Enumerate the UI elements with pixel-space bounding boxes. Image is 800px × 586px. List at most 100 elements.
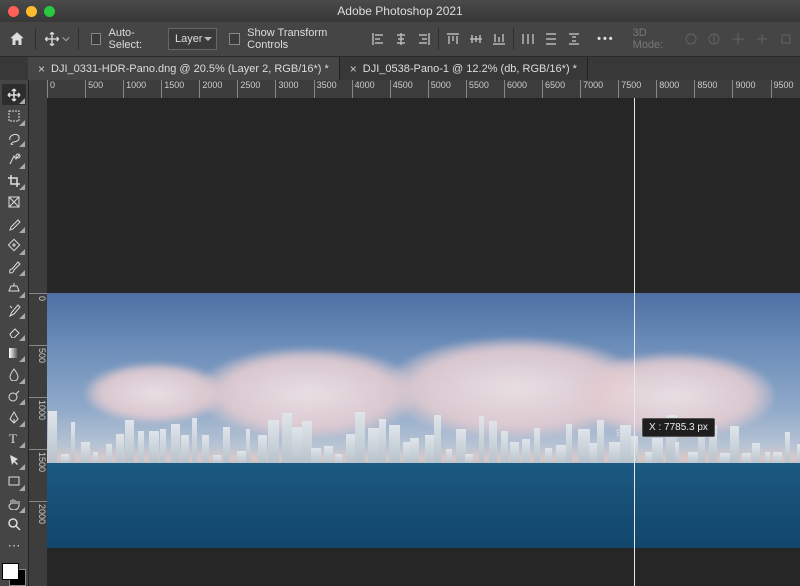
minimize-window-button[interactable]: [26, 6, 37, 17]
3d-pan-icon: [730, 30, 746, 48]
document-tab[interactable]: × DJI_0538-Pano-1 @ 12.2% (db, RGB/16*) …: [340, 57, 588, 81]
auto-select-target-value: Layer: [175, 33, 203, 45]
align-right-icon[interactable]: [415, 30, 433, 48]
h-ruler-tick: 5500: [466, 80, 489, 98]
guide-position-value: X : 7785.3 px: [649, 422, 708, 433]
close-tab-icon[interactable]: ×: [350, 62, 357, 76]
zoom-tool[interactable]: [2, 514, 26, 535]
align-vcenter-icon[interactable]: [467, 30, 485, 48]
chevron-down-icon: [62, 35, 70, 43]
h-ruler-tick: 5000: [428, 80, 451, 98]
tab-label: DJI_0538-Pano-1 @ 12.2% (db, RGB/16*) *: [363, 63, 577, 75]
workspace: T ⋯ 050010001500200025003000350040004500…: [0, 80, 800, 586]
move-tool-indicator[interactable]: [44, 31, 70, 47]
h-ruler-tick: 1000: [123, 80, 146, 98]
align-bottom-icon[interactable]: [490, 30, 508, 48]
align-top-icon[interactable]: [444, 30, 462, 48]
h-ruler-tick: 4000: [352, 80, 375, 98]
align-buttons-group: [369, 28, 583, 50]
h-ruler-tick: 2500: [237, 80, 260, 98]
home-button[interactable]: [6, 27, 27, 51]
h-ruler-tick: 500: [85, 80, 103, 98]
spot-healing-tool[interactable]: [2, 234, 26, 255]
h-ruler-tick: 1500: [161, 80, 184, 98]
3d-orbit-icon: [683, 30, 699, 48]
3d-roll-icon: [707, 30, 723, 48]
svg-text:T: T: [9, 431, 17, 445]
separator: [438, 28, 439, 50]
close-tab-icon[interactable]: ×: [38, 62, 45, 76]
align-left-icon[interactable]: [369, 30, 387, 48]
tool-panel: T ⋯: [0, 80, 29, 586]
h-ruler-tick: 9500: [771, 80, 794, 98]
separator: [35, 28, 36, 50]
tab-label: DJI_0331-HDR-Pano.dng @ 20.5% (Layer 2, …: [51, 63, 329, 75]
h-ruler-tick: 4500: [390, 80, 413, 98]
eraser-tool[interactable]: [2, 320, 26, 341]
auto-select-target-dropdown[interactable]: Layer: [168, 28, 218, 50]
separator: [78, 28, 79, 50]
horizontal-ruler[interactable]: 0500100015002000250030003500400045005000…: [47, 80, 800, 99]
v-ruler-tick: 1000: [29, 397, 47, 420]
h-ruler-tick: 6000: [504, 80, 527, 98]
foreground-color-swatch[interactable]: [2, 563, 19, 580]
clone-stamp-tool[interactable]: [2, 277, 26, 298]
document-tabs-bar: × DJI_0331-HDR-Pano.dng @ 20.5% (Layer 2…: [0, 57, 800, 82]
v-ruler-tick: 0: [29, 293, 47, 301]
move-tool[interactable]: [2, 84, 26, 105]
more-options-button[interactable]: •••: [597, 33, 615, 45]
separator: [513, 28, 514, 50]
3d-zoom-icon: [778, 30, 794, 48]
lasso-tool[interactable]: [2, 127, 26, 148]
eyedropper-tool[interactable]: [2, 213, 26, 234]
show-transform-label: Show Transform Controls: [247, 27, 355, 51]
guide-position-tooltip: X : 7785.3 px: [642, 418, 715, 437]
brush-tool[interactable]: [2, 256, 26, 277]
vertical-guide[interactable]: [634, 98, 635, 586]
crop-tool[interactable]: [2, 170, 26, 191]
path-selection-tool[interactable]: [2, 449, 26, 470]
document-viewport[interactable]: ⊟ X : 7785.3 px: [47, 98, 800, 586]
distribute-h-icon[interactable]: [519, 30, 537, 48]
auto-select-label: Auto-Select:: [108, 27, 159, 51]
document-tab-active[interactable]: × DJI_0331-HDR-Pano.dng @ 20.5% (Layer 2…: [28, 57, 340, 81]
distribute-v-icon[interactable]: [542, 30, 560, 48]
rectangular-marquee-tool[interactable]: [2, 105, 26, 126]
rectangle-tool[interactable]: [2, 471, 26, 492]
ruler-origin[interactable]: [29, 80, 48, 99]
h-ruler-tick: 6500: [542, 80, 565, 98]
pen-tool[interactable]: [2, 406, 26, 427]
color-swatches[interactable]: [2, 563, 26, 586]
3d-slide-icon: [754, 30, 770, 48]
edit-toolbar-button[interactable]: ⋯: [2, 535, 26, 556]
v-ruler-tick: 1500: [29, 449, 47, 472]
slice-handle-icon[interactable]: ⊟: [616, 428, 624, 439]
distribute-spacing-icon[interactable]: [565, 30, 583, 48]
history-brush-tool[interactable]: [2, 299, 26, 320]
close-window-button[interactable]: [8, 6, 19, 17]
align-hcenter-icon[interactable]: [392, 30, 410, 48]
dodge-tool[interactable]: [2, 385, 26, 406]
vertical-ruler[interactable]: 0 500 1000 1500 2000: [29, 98, 48, 586]
zoom-window-button[interactable]: [44, 6, 55, 17]
hand-tool[interactable]: [2, 492, 26, 513]
type-tool[interactable]: T: [2, 428, 26, 449]
options-bar: Auto-Select: Layer Show Transform Contro…: [0, 22, 800, 57]
h-ruler-tick: 8000: [656, 80, 679, 98]
window-traffic-lights: [8, 6, 55, 17]
show-transform-checkbox[interactable]: Show Transform Controls: [225, 27, 355, 51]
h-ruler-tick: 7000: [580, 80, 603, 98]
h-ruler-tick: 3500: [314, 80, 337, 98]
three-d-mode-label: 3D Mode:: [633, 27, 675, 51]
quick-selection-tool[interactable]: [2, 148, 26, 169]
titlebar: Adobe Photoshop 2021: [0, 0, 800, 22]
h-ruler-tick: 0: [47, 80, 55, 98]
h-ruler-tick: 7500: [618, 80, 641, 98]
blur-tool[interactable]: [2, 363, 26, 384]
gradient-tool[interactable]: [2, 342, 26, 363]
auto-select-checkbox[interactable]: Auto-Select:: [87, 27, 160, 51]
v-ruler-tick: 500: [29, 345, 47, 363]
h-ruler-tick: 8500: [694, 80, 717, 98]
frame-tool[interactable]: [2, 191, 26, 212]
v-ruler-tick: 2000: [29, 501, 47, 524]
